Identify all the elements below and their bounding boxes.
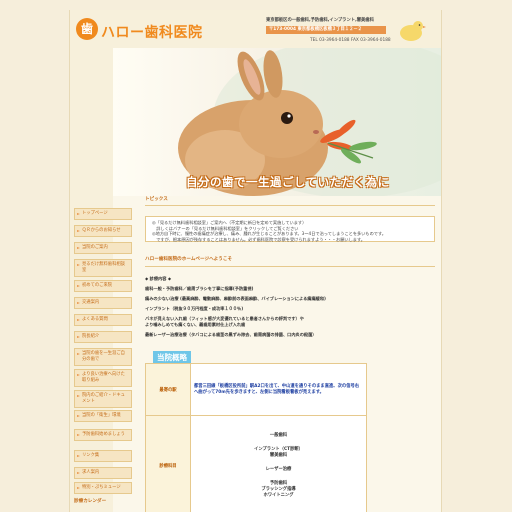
sidebar-calendar-title: 診療カレンダー (74, 499, 107, 504)
sidebar-item-access[interactable]: 交通案内 (74, 297, 132, 309)
table-row: 最寄の駅 都営三田線「板橋区役所前」駅A2口を出て、中山道を通りそのまま直進、次… (145, 363, 367, 416)
clinic-info-table: 最寄の駅 都営三田線「板橋区役所前」駅A2口を出て、中山道を通りそのまま直進、次… (145, 363, 367, 512)
services-line: 最新レーザー治療治療（タバコによる歯茎の黒ずみ除去、歯周病菌の排菌、口内炎の殺菌… (145, 332, 317, 337)
topics-title: トピックス (145, 196, 435, 206)
sidebar-item-director[interactable]: 院長紹介 (74, 331, 132, 343)
sidebar-item-hygiene[interactable]: 当院の「衛生」環境 (74, 410, 132, 422)
divider (145, 266, 435, 267)
tooth-logo-icon[interactable]: 歯 (76, 18, 98, 40)
sidebar-item-prevention[interactable]: 予防歯科始めましょう (74, 429, 132, 441)
sidebar-item-better-treatment[interactable]: より良い治療へ向けた取り組み (74, 369, 132, 387)
sidebar-item-links[interactable]: リンク集 (74, 450, 132, 462)
page: 歯 ハロー歯科医院 東京都板区の一般歯科,予防歯科,インプラント,審美歯科 〒1… (69, 10, 442, 512)
header-contact: TEL 03-3964-0188 FAX 03-3964-0188 (310, 38, 391, 43)
department-item: ホワイトニング (263, 492, 294, 498)
access-value: 都営三田線「板橋区役所前」駅A2口を出て、中山道を通りそのまま直進、次の信号右へ… (190, 363, 367, 416)
sidebar-item-news[interactable]: ＱＲからのお知らせ (74, 225, 132, 237)
access-label: 最寄の駅 (145, 363, 191, 416)
department-list: 一般歯科 インプラント（CT診断） 審美歯科 レーザー治療 予防歯科 ブラッシン… (190, 415, 367, 512)
sidebar-item-faq[interactable]: よくある質問 (74, 314, 132, 326)
services-heading: ◆ 診療内容 ◆ (145, 276, 172, 281)
topics-line: ですが、根本原因が残存することはありません。必ず歯科医院で診察を受けられますよう… (152, 236, 365, 242)
header-tagline: 東京都板区の一般歯科,予防歯科,インプラント,審美歯科 (266, 18, 374, 23)
table-row: 診療科目 一般歯科 インプラント（CT診断） 審美歯科 レーザー治療 予防歯科 … (145, 415, 367, 512)
sidebar-item-clinic-tour[interactable]: 院内のご紹介・ドキュメント (74, 390, 132, 408)
sidebar-item-lifetime-teeth[interactable]: 当院の歯を一生涯ご自分の歯で (74, 348, 132, 366)
services-line: 歯科一般・予防歯科／歯周ブラシを丁寧に指導(予防重視) (145, 286, 254, 291)
sidebar-item-consult[interactable]: 見るだけ無料歯科相談室 (74, 259, 132, 277)
chick-illustration-icon (400, 21, 426, 41)
sidebar-item-recruit[interactable]: 求人案内 (74, 467, 132, 479)
site-title[interactable]: ハロー歯科医院 (101, 22, 203, 42)
services-text: ◆ 診療内容 ◆ 歯科一般・予防歯科／歯周ブラシを丁寧に指導(予防重視) 痛みの… (145, 276, 435, 342)
services-line: 痛みの少ない治療 (最高麻酔、電動麻酔、麻酔前の表面麻酔、バイブレーションによる… (145, 296, 326, 301)
topics-box: ◎「見るだけ無料歯科相談室」ご案内へ（不定期に新日を定めて実施しています） 詳し… (145, 216, 435, 242)
services-line: インプラント（税抜９０万円程度・成功率１００％) (145, 306, 244, 311)
header: 歯 ハロー歯科医院 東京都板区の一般歯科,予防歯科,インプラント,審美歯科 〒1… (70, 10, 441, 48)
sidebar-item-top[interactable]: トップページ (74, 208, 132, 220)
sidebar-item-guide[interactable]: 当院のご案内 (74, 242, 132, 254)
sidebar-item-special[interactable]: 特別・ぷちミュージ (74, 482, 132, 494)
hero-banner: 自分の歯で一生過ごしていただく為に (113, 48, 441, 196)
hero-caption: 自分の歯で一生過ごしていただく為に (186, 175, 390, 189)
services-line: より噛みしめても痛くない、義歯用素材仕上げ入れ歯 (145, 322, 246, 327)
welcome-title: ハロー歯科医院のホームページへようこそ (145, 257, 233, 262)
sidebar-item-first-visit[interactable]: 初めてのご来院 (74, 280, 132, 292)
header-address: 〒173-0004 東京都板橋区板橋３丁目１２－２ (266, 26, 386, 34)
department-label: 診療科目 (145, 415, 191, 512)
